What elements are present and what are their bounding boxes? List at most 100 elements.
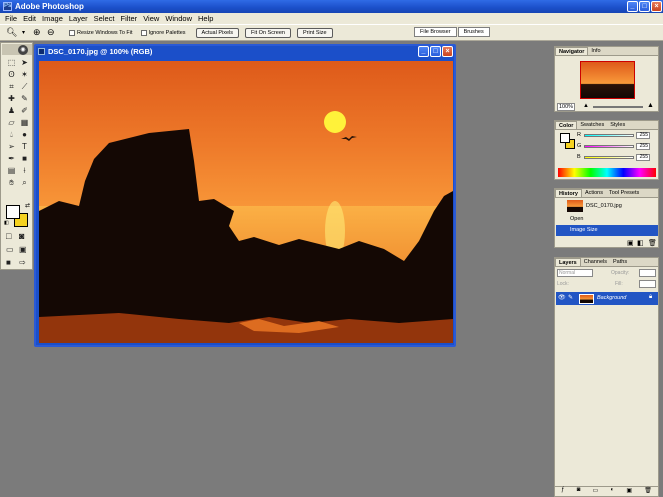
clone-stamp-tool-icon[interactable]: ♟ (5, 105, 18, 116)
navigator-tab[interactable]: Navigator (555, 47, 589, 55)
close-button[interactable]: × (651, 1, 662, 12)
navigator-thumbnail[interactable] (580, 61, 635, 99)
layer-style-icon[interactable]: ƒ (561, 487, 564, 496)
brush-tool-icon[interactable]: ✎ (18, 93, 31, 104)
slice-tool-icon[interactable]: ⟋ (18, 81, 31, 92)
new-layer-icon[interactable]: ▣ (626, 487, 632, 496)
green-value[interactable]: 255 (636, 143, 650, 150)
full-screen-mode-icon[interactable]: ■ (6, 257, 11, 268)
menu-select[interactable]: Select (92, 14, 119, 23)
layer-row-background[interactable]: 👁︎ ✎ Background 🔒︎ (556, 292, 658, 305)
dodge-tool-icon[interactable]: ● (18, 129, 31, 140)
new-set-icon[interactable]: ▭ (593, 487, 599, 496)
full-screen-menu-mode-icon[interactable]: ▣ (19, 244, 27, 255)
resize-windows-checkbox[interactable]: Resize Windows To Fit (69, 29, 133, 36)
layer-mask-icon[interactable]: ◙ (577, 487, 581, 496)
zoom-out-small-icon[interactable]: ▲ (583, 103, 589, 109)
menu-edit[interactable]: Edit (21, 14, 40, 23)
gradient-tool-icon[interactable]: ▦ (18, 117, 31, 128)
magic-wand-tool-icon[interactable]: ✶ (18, 69, 31, 80)
menu-filter[interactable]: Filter (119, 14, 142, 23)
fill-input[interactable] (639, 280, 656, 288)
path-selection-tool-icon[interactable]: ➢ (5, 141, 18, 152)
history-tab[interactable]: History (555, 189, 582, 197)
marquee-tool-icon[interactable]: ⬚ (5, 57, 18, 68)
menu-window[interactable]: Window (163, 14, 196, 23)
green-slider[interactable] (584, 145, 634, 148)
menu-file[interactable]: File (3, 14, 21, 23)
shape-tool-icon[interactable]: ■ (18, 153, 31, 164)
maximize-button[interactable]: □ (639, 1, 650, 12)
hand-tool-icon[interactable]: ✋︎ (5, 177, 18, 188)
type-tool-icon[interactable]: T (18, 141, 31, 152)
eye-icon[interactable]: 👁︎ (558, 294, 566, 301)
red-slider[interactable] (584, 134, 634, 137)
menu-help[interactable]: Help (196, 14, 217, 23)
actual-pixels-button[interactable]: Actual Pixels (195, 27, 240, 38)
menu-view[interactable]: View (141, 14, 163, 23)
file-browser-tab[interactable]: File Browser (414, 27, 457, 37)
chevron-down-icon[interactable]: ▾ (22, 29, 25, 36)
zoom-out-icon[interactable]: ⊖ (47, 27, 61, 38)
doc-minimize-button[interactable]: _ (418, 46, 429, 57)
eyedropper-tool-icon[interactable]: ⟊ (18, 165, 31, 176)
quick-mask-icon[interactable]: ◙ (19, 231, 24, 242)
document-window[interactable]: DSC_0170.jpg @ 100% (RGB) _ □ × (34, 44, 456, 347)
healing-brush-tool-icon[interactable]: ✚ (5, 93, 18, 104)
paths-tab[interactable]: Paths (610, 258, 630, 266)
layers-tab[interactable]: Layers (555, 258, 581, 266)
navigator-zoom-slider[interactable] (593, 106, 643, 108)
fit-on-screen-button[interactable]: Fit On Screen (245, 27, 291, 38)
lasso-tool-icon[interactable]: ʘ (5, 69, 18, 80)
default-colors-icon[interactable]: ◧ (4, 220, 9, 226)
jump-to-imageready-icon[interactable]: ⇨ (19, 257, 26, 268)
delete-layer-icon[interactable]: 🗑︎ (644, 487, 652, 496)
history-item-image-size[interactable]: Image Size (556, 225, 658, 236)
actions-tab[interactable]: Actions (582, 189, 606, 197)
history-snapshot-label[interactable]: DSC_0170.jpg (586, 203, 622, 209)
blend-mode-select[interactable]: Normal (557, 269, 593, 277)
brush-icon[interactable]: ✎ (568, 294, 573, 301)
zoom-tool-icon[interactable]: ⌕ (18, 177, 31, 188)
styles-tab[interactable]: Styles (607, 121, 628, 129)
notes-tool-icon[interactable]: ▤ (5, 165, 18, 176)
color-tab[interactable]: Color (555, 121, 578, 129)
image-canvas[interactable] (39, 61, 453, 343)
menu-image[interactable]: Image (40, 14, 67, 23)
eraser-tool-icon[interactable]: ▱ (5, 117, 18, 128)
brushes-tab[interactable]: Brushes (457, 27, 490, 37)
layer-name[interactable]: Background (597, 295, 626, 301)
tool-presets-tab[interactable]: Tool Presets (606, 189, 642, 197)
pen-tool-icon[interactable]: ✒ (5, 153, 18, 164)
swatches-tab[interactable]: Swatches (577, 121, 607, 129)
adjustment-layer-icon[interactable]: ◐ (610, 487, 614, 496)
blue-value[interactable]: 255 (636, 154, 650, 161)
print-size-button[interactable]: Print Size (296, 27, 333, 38)
opacity-input[interactable] (639, 269, 656, 277)
standard-mode-icon[interactable]: □ (6, 231, 11, 242)
history-brush-tool-icon[interactable]: ✐ (18, 105, 31, 116)
history-snapshot-thumbnail[interactable] (567, 200, 583, 212)
new-snapshot-icon[interactable]: ◧ (637, 239, 644, 247)
new-document-from-state-icon[interactable]: ▣ (627, 239, 634, 247)
zoom-in-icon[interactable]: ⊕ (33, 27, 47, 38)
doc-maximize-button[interactable]: □ (430, 46, 441, 57)
color-foreground-swatch[interactable] (560, 133, 570, 143)
minimize-button[interactable]: _ (627, 1, 638, 12)
crop-tool-icon[interactable]: ⌗ (5, 81, 18, 92)
adobe-online-icon[interactable]: ◉ (18, 45, 28, 55)
blur-tool-icon[interactable]: 💧︎ (5, 129, 18, 140)
ignore-palettes-checkbox[interactable]: Ignore Palettes (140, 29, 186, 36)
menu-layer[interactable]: Layer (67, 14, 92, 23)
move-tool-icon[interactable]: ➤ (18, 57, 31, 68)
doc-close-button[interactable]: × (442, 46, 453, 57)
foreground-color-swatch[interactable] (6, 205, 20, 219)
blue-slider[interactable] (584, 156, 634, 159)
trash-icon[interactable]: 🗑︎ (648, 239, 657, 247)
swap-colors-icon[interactable]: ⇄ (25, 202, 30, 209)
zoom-tool-icon[interactable]: 🔍︎ (6, 27, 20, 38)
color-ramp[interactable] (558, 168, 656, 177)
red-value[interactable]: 255 (636, 132, 650, 139)
standard-screen-mode-icon[interactable]: ▭ (6, 244, 14, 255)
info-tab[interactable]: Info (588, 47, 603, 55)
